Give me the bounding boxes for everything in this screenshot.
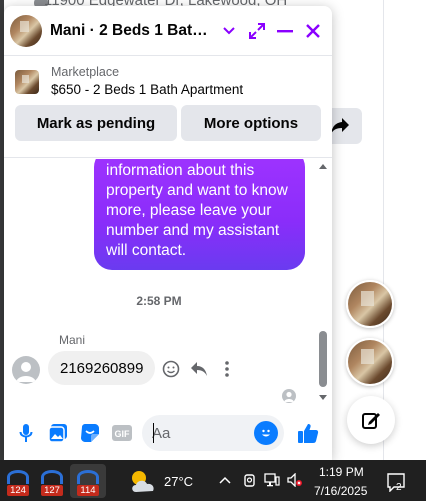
svg-text:GIF: GIF <box>115 429 131 439</box>
app-icon <box>7 470 29 484</box>
scroll-down-arrow-icon <box>319 395 327 400</box>
weather-cloud-sun-icon[interactable] <box>128 468 158 499</box>
message-scrollbar[interactable] <box>316 159 328 405</box>
gif-icon[interactable]: GIF <box>106 417 138 449</box>
chat-head-thumbnail <box>348 340 392 384</box>
listing-source: Marketplace <box>51 65 120 79</box>
message-composer: GIF <box>4 406 332 460</box>
text-caret <box>153 423 154 443</box>
microphone-icon[interactable] <box>10 417 42 449</box>
react-emoji-icon[interactable] <box>160 358 182 380</box>
sender-name: Mani <box>59 333 86 347</box>
message-input[interactable] <box>152 424 252 442</box>
app-badge: 114 <box>77 485 99 496</box>
incoming-message: 2169260899 <box>48 351 156 385</box>
conversation-avatar[interactable] <box>10 14 42 47</box>
mark-as-pending-button[interactable]: Mark as pending <box>15 105 177 141</box>
expand-icon[interactable] <box>244 18 270 44</box>
volume-muted-icon[interactable] <box>287 472 303 488</box>
like-thumbs-up-icon[interactable] <box>292 417 324 449</box>
app-badge: 127 <box>41 485 63 496</box>
emoji-icon[interactable] <box>254 421 278 445</box>
taskbar-app-2[interactable]: 127 <box>34 464 70 498</box>
camera-in-use-icon[interactable] <box>242 472 258 488</box>
chat-head-1[interactable] <box>346 280 394 328</box>
outgoing-message: If you want to get more information abou… <box>94 159 305 270</box>
taskbar-app-3[interactable]: 114 <box>70 464 106 498</box>
marketplace-listing-card: Marketplace $650 - 2 Beds 1 Bath Apartme… <box>4 56 332 158</box>
seen-indicator-avatar <box>282 389 296 403</box>
network-icon[interactable] <box>264 472 280 488</box>
clock-time[interactable]: 1:19 PM <box>319 465 364 479</box>
taskbar-app-1[interactable]: 124 <box>0 464 36 498</box>
app-badge: 124 <box>7 485 29 496</box>
chat-head-thumbnail <box>348 282 392 326</box>
chevron-down-icon[interactable] <box>216 18 242 44</box>
sticker-icon[interactable] <box>74 417 106 449</box>
message-input-wrapper <box>142 415 284 451</box>
minimize-icon[interactable] <box>272 18 298 44</box>
new-message-button[interactable] <box>347 396 395 444</box>
chat-head-2[interactable] <box>346 338 394 386</box>
photo-icon[interactable] <box>42 417 74 449</box>
compose-icon <box>362 413 380 429</box>
listing-title[interactable]: $650 - 2 Beds 1 Bath Apartment <box>51 82 243 97</box>
notification-count: 2 <box>396 482 402 493</box>
chat-header: Mani · 2 Beds 1 Bath A... <box>4 6 332 56</box>
reply-icon[interactable] <box>188 358 210 380</box>
chat-title[interactable]: Mani · 2 Beds 1 Bath A... <box>50 22 214 40</box>
more-actions-icon[interactable] <box>216 358 238 380</box>
clock-date[interactable]: 7/16/2025 <box>314 484 367 498</box>
chevron-up-icon[interactable] <box>217 472 233 488</box>
scroll-thumb[interactable] <box>319 331 327 387</box>
temperature[interactable]: 27°C <box>164 474 193 489</box>
share-icon <box>331 118 349 134</box>
close-icon[interactable] <box>300 18 326 44</box>
app-icon <box>77 470 99 484</box>
right-panel <box>383 0 426 460</box>
message-timestamp: 2:58 PM <box>136 294 182 308</box>
message-thread: If you want to get more information abou… <box>4 159 332 405</box>
app-icon <box>41 470 63 484</box>
scroll-up-arrow-icon <box>319 164 327 169</box>
sender-avatar[interactable] <box>12 356 40 384</box>
chat-window: Mani · 2 Beds 1 Bath A... Marketplace $6… <box>4 6 332 460</box>
more-options-button[interactable]: More options <box>181 105 321 141</box>
listing-thumbnail[interactable] <box>15 70 39 94</box>
